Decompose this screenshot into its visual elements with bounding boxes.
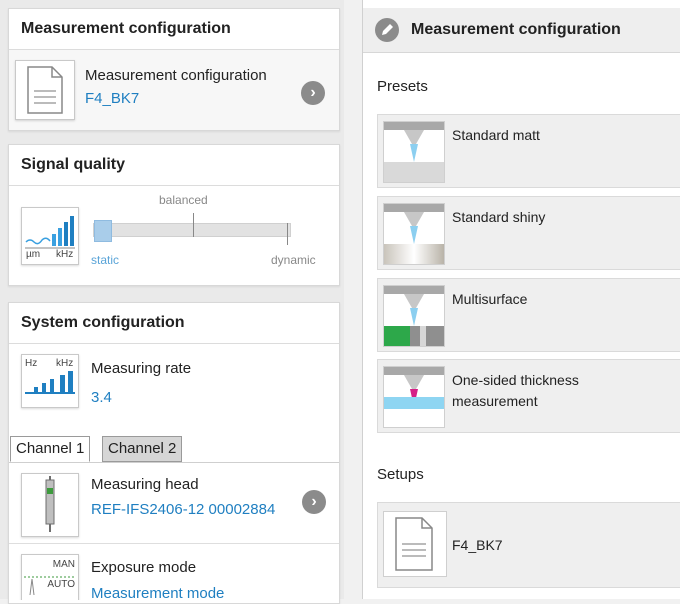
left-column: Measurement configuration Measurement co… [0,0,344,604]
panel-title: Signal quality [9,145,339,186]
thickness-icon [383,366,445,428]
item-value: Measurement mode [91,585,225,600]
setups-label: Setups [377,466,424,483]
setup-item[interactable]: F4_BK7 [377,502,680,588]
measurement-config-item[interactable]: Measurement configuration F4_BK7 › [9,50,339,130]
pencil-icon[interactable] [375,18,399,42]
preset-label: Multisurface [452,291,528,307]
document-icon [15,60,75,120]
exposure-mode-icon: MAN AUTO [21,554,79,600]
measuring-rate-item[interactable]: Hz kHz Measuring rate 3.4 [9,344,339,424]
slider-label-balanced: balanced [159,193,208,207]
exposure-mode-item[interactable]: MAN AUTO Exposure mode Measurement mode [9,543,339,600]
unit-khz-label: kHz [56,249,74,260]
measuring-head-item[interactable]: Measuring head REF-IFS2406-12 00002884 › [9,462,339,543]
item-title: Measurement configuration [85,67,267,84]
item-value: 3.4 [91,389,112,406]
signal-quality-panel: Signal quality µm kHz balanced static dy… [8,144,340,286]
right-column: Measurement configuration Presets Standa… [362,0,680,599]
item-title: Exposure mode [91,559,197,576]
measurement-config-panel: Measurement configuration Measurement co… [8,8,340,131]
multisurface-icon [383,285,445,347]
matt-surface-icon [383,121,445,183]
preset-standard-matt[interactable]: Standard matt [377,114,680,188]
sensor-head-icon [21,473,79,537]
signal-quality-slider[interactable] [93,220,291,242]
document-icon [383,511,447,577]
slider-handle[interactable] [94,220,112,242]
item-value: F4_BK7 [85,90,140,107]
preset-one-sided-thickness[interactable]: One-sided thickness measurement [377,359,680,433]
preset-label: Standard shiny [452,209,546,225]
right-panel-title: Measurement configuration [411,21,621,38]
right-panel-header: Measurement configuration [363,8,680,53]
preset-multisurface[interactable]: Multisurface [377,278,680,352]
measuring-rate-icon: Hz kHz [21,354,79,408]
slider-label-static: static [91,253,120,267]
dynamic-tick [287,223,288,245]
preset-label: One-sided thickness measurement [452,372,579,409]
preset-standard-shiny[interactable]: Standard shiny [377,196,680,270]
panel-title: Measurement configuration [9,9,339,50]
signal-quality-icon: µm kHz [21,207,79,265]
preset-label: Standard matt [452,127,540,143]
item-title: Measuring head [91,476,199,493]
item-value: REF-IFS2406-12 00002884 [91,501,276,518]
shiny-surface-icon [383,203,445,265]
panel-title: System configuration [9,303,339,344]
chevron-right-icon[interactable]: › [302,490,326,514]
chevron-right-icon[interactable]: › [301,81,325,105]
slider-label-dynamic: dynamic [271,253,316,267]
setup-label: F4_BK7 [452,537,503,553]
balanced-tick [193,213,194,237]
presets-label: Presets [377,78,428,95]
tab-channel-1[interactable]: Channel 1 [10,436,91,462]
item-title: Measuring rate [91,360,192,377]
unit-um-label: µm [26,249,41,260]
tab-channel-2[interactable]: Channel 2 [102,436,183,462]
